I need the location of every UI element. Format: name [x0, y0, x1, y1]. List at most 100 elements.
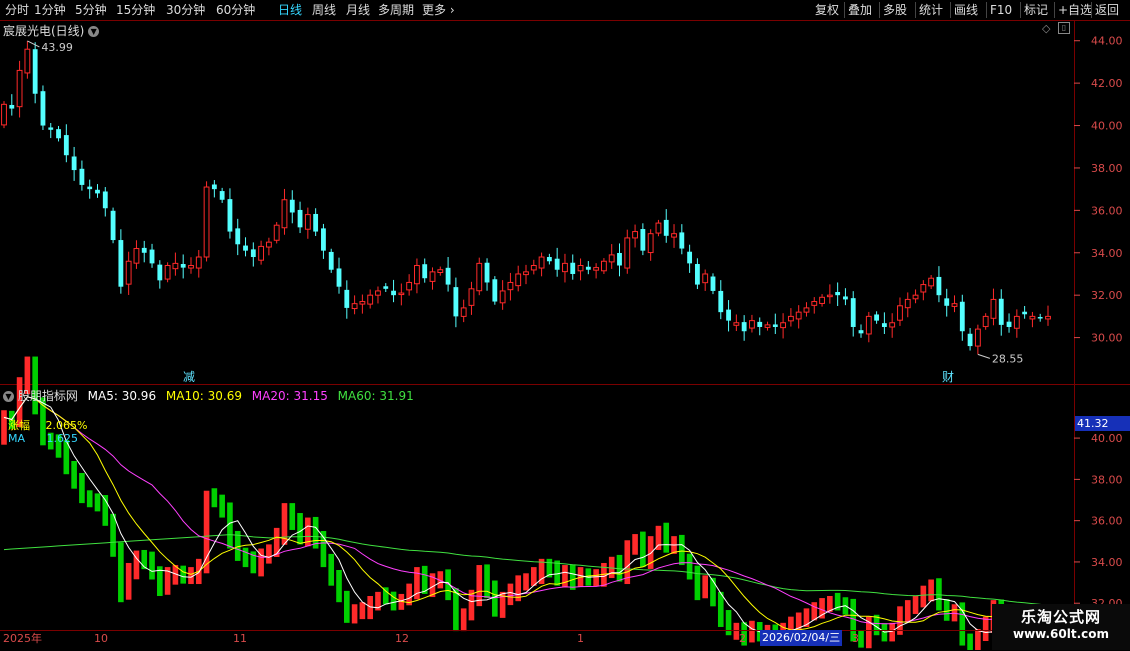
candle[interactable] [733, 314, 740, 332]
candlestick-chart[interactable]: 44.00 42.00 40.00 38.00 36.00 34.00 32.00 30.00… [0, 0, 1130, 650]
candle[interactable] [640, 223, 646, 256]
candle[interactable] [453, 277, 459, 328]
candle[interactable] [188, 257, 194, 274]
candle[interactable] [321, 223, 326, 259]
candle[interactable] [398, 283, 405, 306]
candle[interactable] [118, 229, 124, 294]
candle[interactable] [507, 272, 514, 301]
candle[interactable] [889, 313, 896, 338]
candle[interactable] [32, 42, 38, 104]
candle[interactable] [391, 279, 396, 303]
candle[interactable] [383, 283, 389, 292]
candle[interactable] [944, 288, 950, 317]
candle[interactable] [351, 295, 358, 315]
candle[interactable] [694, 258, 700, 290]
candle[interactable] [157, 260, 163, 289]
candle[interactable] [897, 297, 903, 326]
candle[interactable] [920, 280, 927, 301]
candle[interactable] [24, 40, 31, 79]
candle[interactable] [772, 313, 778, 334]
candle[interactable] [437, 266, 444, 276]
candle[interactable] [110, 207, 116, 244]
candle[interactable] [585, 261, 591, 275]
candle[interactable] [663, 209, 669, 243]
candle[interactable] [180, 254, 186, 279]
candle[interactable] [203, 181, 210, 262]
candle[interactable] [195, 250, 202, 278]
candle[interactable] [904, 292, 911, 318]
candle[interactable] [429, 267, 436, 290]
candle[interactable] [998, 289, 1004, 336]
candle[interactable] [570, 254, 576, 280]
candle[interactable] [617, 243, 622, 277]
event-marker-finance[interactable]: 财 [942, 370, 954, 384]
candle[interactable] [484, 258, 490, 291]
candle[interactable] [297, 201, 303, 234]
candle[interactable] [499, 280, 506, 310]
candle[interactable] [281, 188, 288, 235]
candle[interactable] [881, 312, 887, 334]
candle[interactable] [219, 187, 225, 203]
candle[interactable] [265, 237, 272, 256]
candle[interactable] [344, 280, 350, 319]
candle[interactable] [304, 207, 311, 239]
candle[interactable] [632, 224, 638, 248]
candle[interactable] [406, 274, 413, 296]
chevron-down-icon[interactable]: ▼ [3, 391, 14, 402]
candle[interactable] [974, 324, 981, 355]
candle[interactable] [538, 252, 545, 277]
candle[interactable] [912, 289, 919, 304]
candle[interactable] [211, 180, 217, 198]
candle[interactable] [16, 60, 23, 118]
candle[interactable] [843, 288, 848, 306]
candle[interactable] [530, 259, 537, 275]
candle[interactable] [9, 94, 15, 116]
candle[interactable] [149, 243, 155, 268]
candle[interactable] [757, 317, 763, 336]
candle[interactable] [577, 258, 584, 281]
candle[interactable] [476, 257, 483, 296]
candle[interactable] [468, 281, 475, 315]
candle[interactable] [1037, 313, 1043, 322]
candle[interactable] [710, 273, 716, 295]
candle[interactable] [48, 122, 54, 139]
candle[interactable] [243, 237, 248, 257]
event-marker-reduce[interactable]: 减 [183, 370, 195, 384]
candle[interactable] [328, 248, 334, 273]
candle[interactable] [523, 264, 529, 285]
candle[interactable] [546, 253, 552, 265]
candle[interactable] [679, 224, 685, 255]
candle[interactable] [795, 305, 802, 329]
candle[interactable] [258, 240, 265, 265]
candle[interactable] [787, 308, 794, 327]
candle[interactable] [367, 289, 374, 309]
candle[interactable] [460, 299, 467, 323]
candle[interactable] [422, 258, 428, 283]
candle[interactable] [250, 242, 256, 267]
candle[interactable] [375, 286, 381, 304]
candle[interactable] [624, 229, 631, 274]
candle[interactable] [172, 252, 179, 276]
candle[interactable] [718, 280, 724, 320]
candle[interactable] [726, 300, 731, 332]
candle[interactable] [741, 315, 747, 341]
candle[interactable] [95, 184, 100, 198]
candle[interactable] [56, 125, 61, 142]
candle[interactable] [63, 124, 69, 163]
candle[interactable] [764, 321, 771, 331]
candle[interactable] [647, 229, 654, 261]
candle[interactable] [40, 85, 46, 130]
candle[interactable] [819, 294, 825, 307]
candle[interactable] [164, 262, 171, 283]
candle[interactable] [1006, 313, 1012, 333]
candle[interactable] [990, 288, 997, 326]
candle[interactable] [1029, 311, 1036, 328]
candle[interactable] [1, 101, 7, 129]
candle[interactable] [359, 294, 366, 314]
candle[interactable] [967, 328, 973, 351]
candle[interactable] [289, 190, 295, 224]
candle[interactable] [562, 253, 568, 283]
candle[interactable] [959, 294, 965, 341]
candle[interactable] [702, 269, 709, 291]
candle[interactable] [687, 244, 693, 273]
